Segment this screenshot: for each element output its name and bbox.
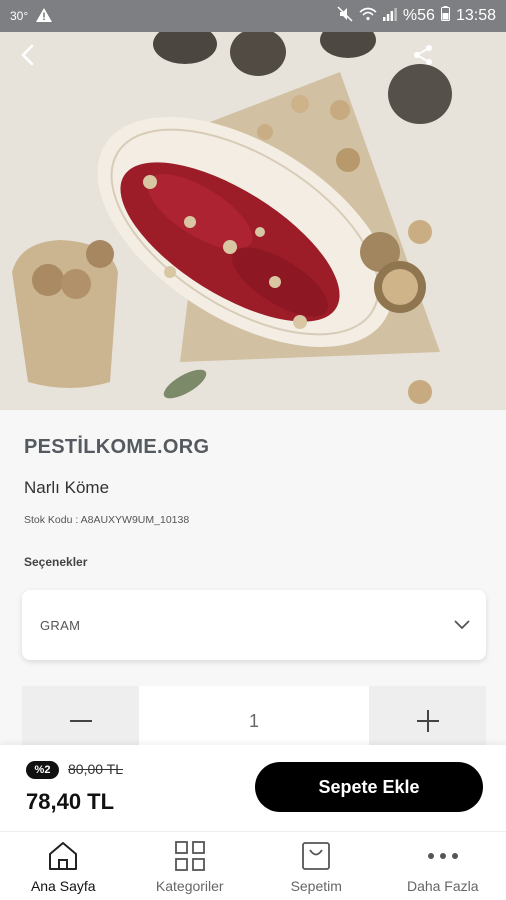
purchase-bar: %2 80,00 TL 78,40 TL Sepete Ekle [0, 745, 506, 831]
chevron-left-icon [21, 44, 34, 66]
battery-icon [440, 6, 450, 26]
tab-home[interactable]: Ana Sayfa [0, 832, 127, 900]
tab-more[interactable]: Daha Fazla [380, 832, 506, 900]
minus-icon [69, 720, 92, 722]
home-icon [49, 842, 78, 870]
stock-code: Stok Kodu : A8AUXYW9UM_10138 [24, 514, 190, 526]
old-price: 80,00 TL [68, 761, 124, 777]
tab-cart[interactable]: Sepetim [253, 832, 380, 900]
plus-icon [416, 710, 439, 732]
discount-badge: %2 [26, 761, 59, 779]
clock: 13:58 [455, 7, 496, 24]
bag-icon [302, 842, 331, 870]
product-details: PESTİLKOME.ORG Narlı Köme Stok Kodu : A8… [0, 410, 506, 756]
share-button[interactable] [412, 44, 444, 76]
tab-label: Kategoriler [155, 878, 224, 894]
wifi-icon [359, 7, 377, 26]
product-photo [0, 32, 506, 410]
add-to-cart-button[interactable]: Sepete Ekle [255, 762, 483, 812]
options-label: Seçenekler [24, 555, 88, 569]
status-right: %56 13:58 [337, 5, 496, 27]
tab-label: Ana Sayfa [30, 878, 96, 894]
signal-icon [382, 7, 397, 26]
tab-label: Daha Fazla [406, 878, 479, 894]
back-button[interactable] [20, 44, 52, 76]
brand-name[interactable]: PESTİLKOME.ORG [24, 436, 209, 459]
tab-categories[interactable]: Kategoriler [127, 832, 254, 900]
chevron-down-icon [454, 620, 470, 630]
temperature: 30° [10, 9, 29, 23]
bottom-tab-bar: Ana Sayfa Kategoriler Sepetim Daha Fazla [0, 831, 506, 900]
battery-percent: %56 [402, 7, 435, 24]
option-selected-value: GRAM [40, 617, 81, 633]
status-bar: 30° %56 13:58 [0, 0, 506, 32]
product-image[interactable] [0, 32, 506, 410]
share-icon [414, 45, 432, 65]
mute-icon [337, 5, 353, 27]
tab-label: Sepetim [290, 878, 342, 894]
product-name: Narlı Köme [24, 478, 110, 497]
current-price: 78,40 TL [26, 789, 115, 814]
warning-icon [36, 7, 53, 25]
grid-icon [174, 841, 205, 871]
status-left: 30° [10, 7, 53, 25]
more-icon [427, 853, 458, 859]
option-select[interactable]: GRAM [22, 590, 486, 660]
